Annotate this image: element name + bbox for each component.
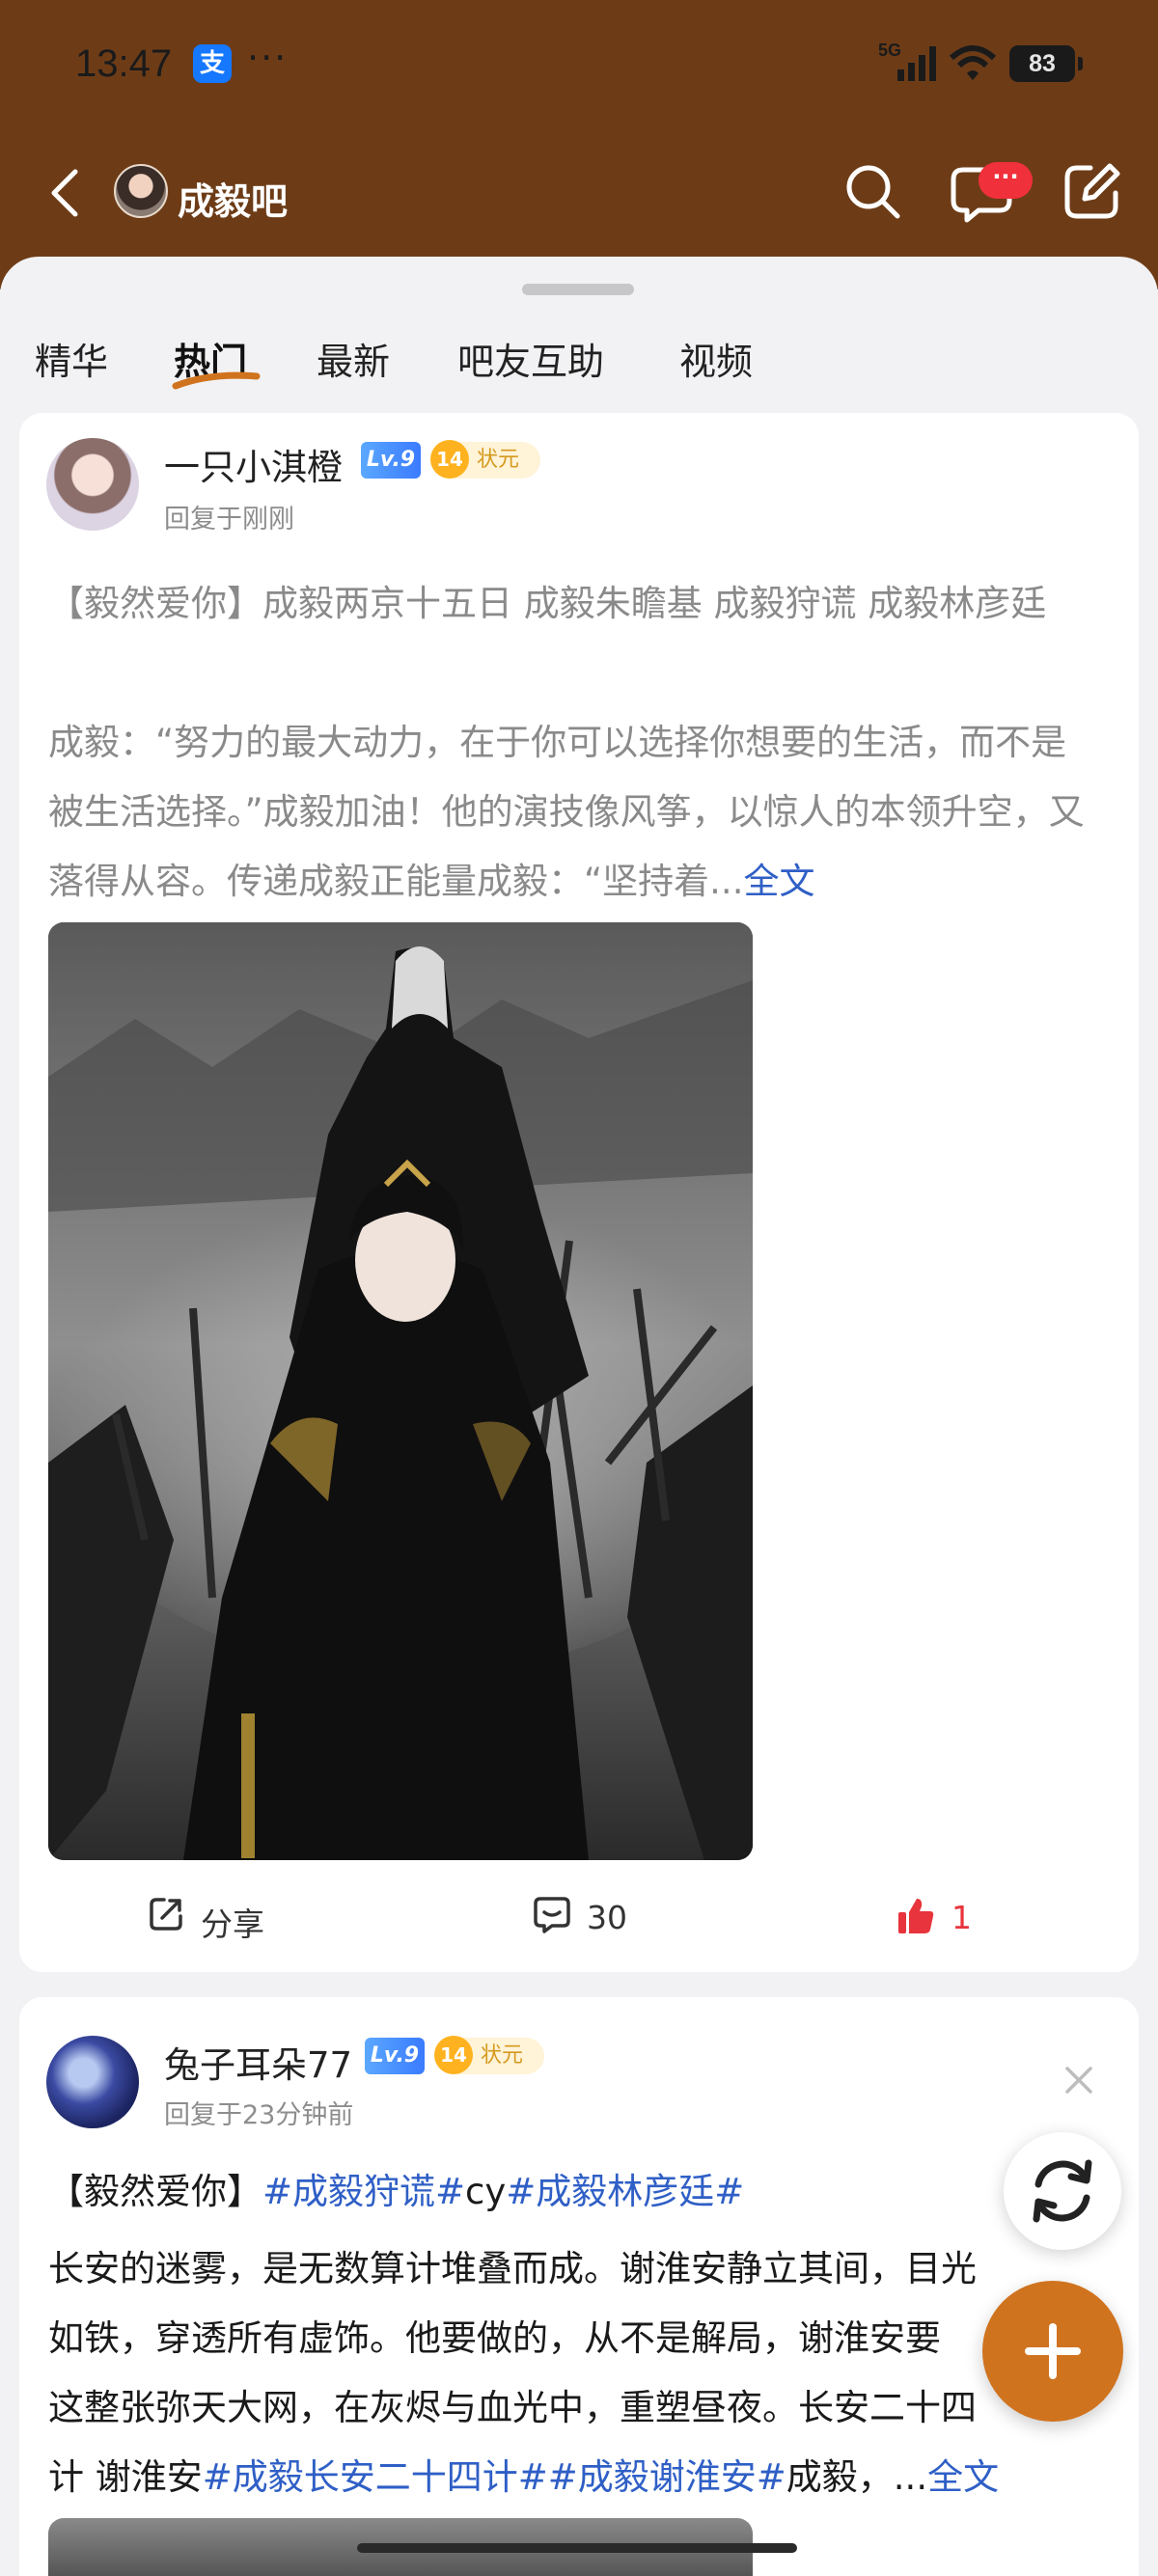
reply-time: 回复于23分钟前	[164, 2100, 354, 2130]
title-prefix: 【毅然爱你】	[48, 2171, 262, 2212]
body-text: 成毅，...	[786, 2456, 928, 2498]
close-icon[interactable]	[1060, 2061, 1098, 2099]
refresh-icon	[1033, 2159, 1092, 2223]
post-body-line: 长安的迷雾，是无数算计堆叠而成。谢淮安静立其间，目光	[48, 2248, 977, 2289]
rank-badge: 14 状元	[430, 440, 540, 479]
like-count: 1	[951, 1899, 972, 1936]
battery-icon: 83	[1009, 45, 1083, 82]
rank-title: 状元	[481, 2043, 524, 2068]
top-bar	[0, 0, 1158, 289]
body-text: 计 谢淮安	[48, 2456, 203, 2498]
more-notifications-icon: ···	[247, 37, 289, 79]
post-title[interactable]: 【毅然爱你】#成毅狩谎#cy#成毅林彦廷#	[48, 2157, 1110, 2227]
rank-number: 14	[434, 2036, 473, 2074]
home-indicator[interactable]	[357, 2543, 797, 2553]
back-button[interactable]	[42, 164, 91, 222]
user-avatar[interactable]	[46, 438, 139, 531]
rank-badge: 14 状元	[434, 2036, 544, 2074]
wifi-icon	[949, 45, 997, 80]
topic-tag[interactable]: #成毅林彦廷#	[506, 2171, 744, 2212]
topic-tag[interactable]: #成毅狩谎#	[262, 2171, 465, 2212]
comment-button[interactable]: 30	[533, 1891, 668, 1945]
tab-help[interactable]: 吧友互助	[457, 332, 604, 385]
post-image-art	[48, 922, 753, 1860]
status-time: 13:47	[75, 42, 173, 85]
plus-icon	[1025, 2323, 1081, 2379]
title-mid: cy	[465, 2171, 507, 2212]
post-title[interactable]: 【毅然爱你】成毅两京十五日 成毅朱瞻基 成毅狩谎 成毅林彦廷	[48, 569, 1100, 639]
reply-time: 回复于刚刚	[164, 505, 294, 534]
tab-video[interactable]: 视频	[679, 332, 753, 385]
tab-essence[interactable]: 精华	[35, 332, 108, 385]
thumbs-up-icon	[898, 1899, 934, 1933]
new-post-button[interactable]	[982, 2281, 1123, 2422]
like-button[interactable]: 1	[896, 1891, 982, 1945]
post-body-text: 成毅：“努力的最大动力，在于你可以选择你想要的生活，而不是被生活选择。”成毅加油…	[48, 722, 1085, 902]
rank-title: 状元	[477, 448, 520, 472]
post-body-line: 这整张弥天大网，在灰烬与血光中，重塑昼夜。长安二十四	[48, 2387, 977, 2428]
message-badge: ···	[979, 162, 1033, 199]
refresh-button[interactable]	[1004, 2132, 1121, 2250]
search-icon[interactable]	[841, 160, 903, 222]
user-avatar[interactable]	[46, 2036, 139, 2128]
post-body-line: 计 谢淮安#成毅长安二十四计##成毅谢淮安#成毅，...全文	[48, 2443, 1110, 2512]
tab-latest[interactable]: 最新	[317, 332, 390, 385]
edit-post-icon[interactable]	[1062, 160, 1123, 222]
comment-count: 30	[587, 1899, 627, 1936]
post-body-line: 如铁，穿透所有虚饰。他要做的，从不是解局，谢淮安要	[48, 2317, 941, 2359]
topic-tag[interactable]: #成毅谢淮安#	[548, 2456, 786, 2498]
forum-name[interactable]: 成毅吧	[178, 172, 288, 225]
level-badge: Lv.9	[365, 2038, 425, 2074]
post-body[interactable]: 成毅：“努力的最大动力，在于你可以选择你想要的生活，而不是被生活选择。”成毅加油…	[48, 708, 1100, 917]
post-image[interactable]	[48, 922, 753, 1860]
comment-icon	[534, 1897, 570, 1933]
alipay-notification-icon: 支	[193, 44, 232, 83]
drag-handle[interactable]	[522, 284, 634, 295]
active-tab-indicator	[172, 371, 261, 390]
full-text-link[interactable]: 全文	[927, 2456, 999, 2498]
share-label: 分享	[201, 1905, 264, 1943]
username[interactable]: 兔子耳朵77	[164, 2036, 352, 2088]
signal-icon	[897, 46, 936, 81]
post-body[interactable]: 长安的迷雾，是无数算计堆叠而成。谢淮安静立其间，目光 如铁，穿透所有虚饰。他要做…	[48, 2234, 1110, 2512]
username[interactable]: 一只小淇橙	[164, 438, 343, 490]
full-text-link[interactable]: 全文	[743, 861, 814, 902]
level-badge: Lv.9	[361, 442, 421, 479]
share-icon	[150, 1898, 182, 1931]
topic-tag[interactable]: #成毅长安二十四计#	[203, 2456, 548, 2498]
rank-number: 14	[430, 440, 469, 479]
forum-avatar[interactable]	[114, 164, 168, 218]
share-button[interactable]: 分享	[147, 1891, 301, 1945]
